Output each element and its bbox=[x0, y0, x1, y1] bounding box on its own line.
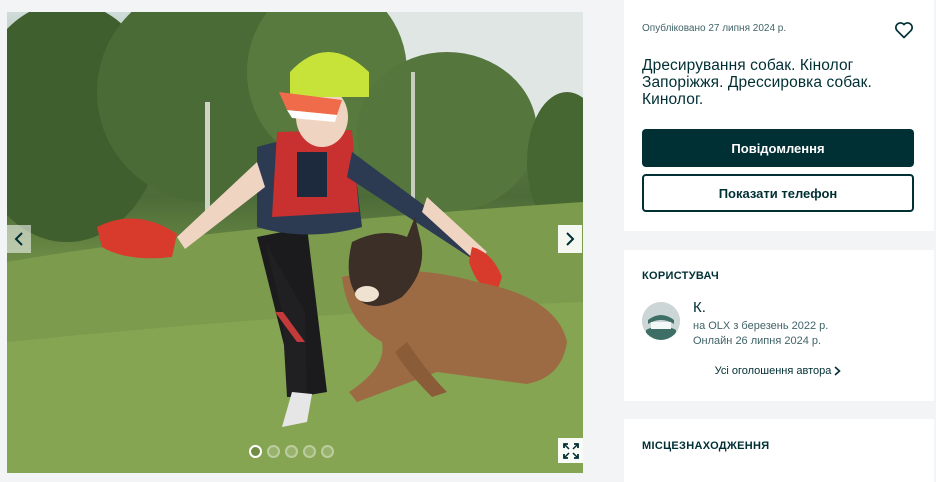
user-name[interactable]: К. bbox=[693, 299, 828, 316]
pagination-dot[interactable] bbox=[249, 445, 262, 458]
location-card: МІСЦЕЗНАХОДЖЕННЯ bbox=[624, 419, 934, 482]
all-author-ads-link[interactable]: Усі оголошення автора bbox=[642, 365, 914, 377]
ad-title: Дресирування собак. Кінолог Запоріжжя. Д… bbox=[642, 57, 872, 108]
ad-photo[interactable] bbox=[7, 12, 583, 473]
photo-illustration bbox=[7, 12, 583, 473]
chevron-right-icon bbox=[566, 232, 575, 246]
expand-icon bbox=[562, 442, 579, 459]
pagination-dot[interactable] bbox=[285, 445, 298, 458]
pagination-dot[interactable] bbox=[321, 445, 334, 458]
gallery-pagination bbox=[249, 445, 334, 458]
heart-icon[interactable] bbox=[894, 20, 914, 40]
avatar-placeholder-icon bbox=[642, 302, 680, 340]
member-since: на OLX з березень 2022 р. bbox=[693, 320, 829, 332]
ad-info-card: Опубліковано 27 липня 2024 р. Дресируван… bbox=[624, 0, 934, 231]
chevron-right-icon bbox=[834, 366, 842, 376]
location-section-title: МІСЦЕЗНАХОДЖЕННЯ bbox=[642, 440, 770, 452]
last-online: Онлайн 26 липня 2024 р. bbox=[693, 335, 822, 347]
pagination-dot[interactable] bbox=[303, 445, 316, 458]
fullscreen-button[interactable] bbox=[558, 438, 583, 463]
user-card: КОРИСТУВАЧ К. на OLX з березень 2022 р. … bbox=[624, 250, 934, 401]
show-phone-button[interactable]: Показати телефон bbox=[642, 174, 914, 212]
chevron-left-icon bbox=[14, 232, 23, 246]
pagination-dot[interactable] bbox=[267, 445, 280, 458]
next-photo-button[interactable] bbox=[558, 225, 582, 253]
user-info: К. на OLX з березень 2022 р. Онлайн 26 л… bbox=[693, 299, 828, 349]
publication-row: Опубліковано 27 липня 2024 р. bbox=[642, 20, 915, 40]
avatar[interactable] bbox=[642, 302, 680, 340]
all-author-ads-label: Усі оголошення автора bbox=[714, 365, 832, 377]
prev-photo-button[interactable] bbox=[7, 225, 31, 253]
user-row: К. на OLX з березень 2022 р. Онлайн 26 л… bbox=[642, 299, 915, 349]
publication-date: Опубліковано 27 липня 2024 р. bbox=[642, 23, 787, 34]
photo-gallery bbox=[0, 0, 596, 482]
user-section-title: КОРИСТУВАЧ bbox=[642, 270, 719, 282]
message-button[interactable]: Повідомлення bbox=[642, 129, 914, 167]
